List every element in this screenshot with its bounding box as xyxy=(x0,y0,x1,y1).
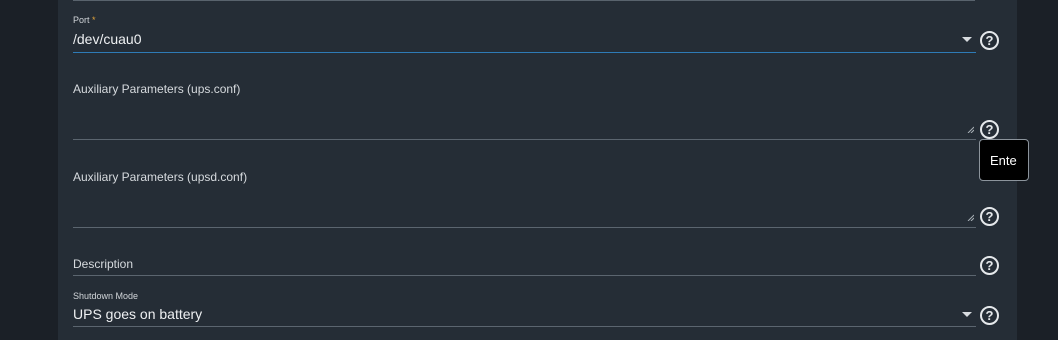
aux-upsd-underline xyxy=(73,227,976,228)
chevron-down-icon[interactable] xyxy=(962,312,972,317)
port-underline xyxy=(73,52,976,53)
help-circle-icon[interactable]: ? xyxy=(980,256,999,275)
resize-handle-icon[interactable] xyxy=(967,214,974,221)
aux-ups-underline xyxy=(73,139,976,140)
resize-handle-icon[interactable] xyxy=(967,126,974,133)
help-circle-icon[interactable]: ? xyxy=(980,306,999,325)
left-background xyxy=(0,0,58,340)
port-select[interactable]: /dev/cuau0 xyxy=(73,31,142,47)
help-circle-icon[interactable]: ? xyxy=(980,31,999,50)
shutdown-mode-select[interactable]: UPS goes on battery xyxy=(73,306,202,322)
required-mark: * xyxy=(92,15,96,25)
chevron-down-icon[interactable] xyxy=(962,37,972,42)
aux-ups-label: Auxiliary Parameters (ups.conf) xyxy=(73,82,241,96)
shutdown-mode-underline xyxy=(73,326,976,327)
port-label-text: Port xyxy=(73,15,90,25)
port-label: Port * xyxy=(73,15,96,25)
description-input[interactable]: Description xyxy=(73,257,133,271)
previous-field-underline xyxy=(73,0,975,1)
aux-upsd-label: Auxiliary Parameters (upsd.conf) xyxy=(73,170,248,184)
aux-upsd-textarea[interactable] xyxy=(73,186,976,226)
help-tooltip: Ente xyxy=(979,139,1029,181)
help-circle-icon[interactable]: ? xyxy=(980,207,999,226)
description-underline xyxy=(73,275,976,276)
shutdown-mode-label: Shutdown Mode xyxy=(73,291,139,301)
help-circle-icon[interactable]: ? xyxy=(980,120,999,139)
aux-ups-textarea[interactable] xyxy=(73,98,976,138)
